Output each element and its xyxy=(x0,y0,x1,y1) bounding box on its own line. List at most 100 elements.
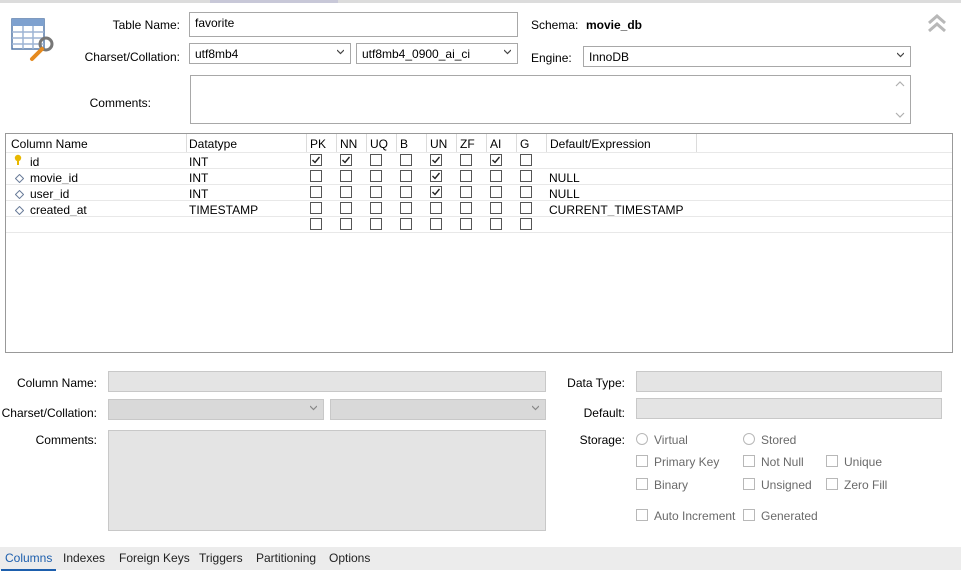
unsigned-checkbox[interactable] xyxy=(743,478,755,490)
flag-ai-checkbox[interactable] xyxy=(490,186,502,198)
flag-b-checkbox[interactable] xyxy=(400,218,412,230)
flag-ai-checkbox[interactable] xyxy=(490,170,502,182)
flag-g-checkbox[interactable] xyxy=(520,202,532,214)
header-un[interactable]: UN xyxy=(430,137,447,151)
flag-g-checkbox[interactable] xyxy=(520,154,532,166)
generated-checkbox[interactable] xyxy=(743,509,755,521)
flag-nn-checkbox[interactable] xyxy=(340,186,352,198)
primary-key-checkbox[interactable] xyxy=(636,455,648,467)
flag-pk-checkbox[interactable] xyxy=(310,202,322,214)
table-name-input[interactable]: favorite xyxy=(189,12,518,37)
virtual-radio[interactable] xyxy=(636,433,648,445)
flag-pk-checkbox[interactable] xyxy=(310,218,322,230)
tab-columns[interactable]: Columns xyxy=(0,551,57,571)
column-collation-select[interactable] xyxy=(330,399,546,420)
flag-ai-checkbox[interactable] xyxy=(490,154,502,166)
flag-ai-checkbox[interactable] xyxy=(490,202,502,214)
flag-g-checkbox[interactable] xyxy=(520,218,532,230)
flag-zf-checkbox[interactable] xyxy=(460,186,472,198)
auto-increment-checkbox[interactable] xyxy=(636,509,648,521)
tab-triggers[interactable]: Triggers xyxy=(199,551,243,565)
flag-uq-checkbox[interactable] xyxy=(370,186,382,198)
flag-un-checkbox[interactable] xyxy=(430,170,442,182)
tab-foreign-keys[interactable]: Foreign Keys xyxy=(119,551,190,565)
flag-b-checkbox[interactable] xyxy=(400,154,412,166)
datatype-cell[interactable]: INT xyxy=(189,187,208,201)
datatype-cell[interactable]: TIMESTAMP xyxy=(189,203,258,217)
flag-pk-checkbox[interactable] xyxy=(310,186,322,198)
header-datatype[interactable]: Datatype xyxy=(189,137,237,151)
default-cell[interactable]: CURRENT_TIMESTAMP xyxy=(549,203,683,217)
column-name-input[interactable] xyxy=(108,371,546,392)
unique-checkbox[interactable] xyxy=(826,455,838,467)
charset-select[interactable]: utf8mb4 xyxy=(189,43,351,64)
flag-uq-checkbox[interactable] xyxy=(370,170,382,182)
flag-uq-checkbox[interactable] xyxy=(370,154,382,166)
flag-zf-checkbox[interactable] xyxy=(460,202,472,214)
column-name-cell[interactable]: movie_id xyxy=(30,171,78,185)
header-default[interactable]: Default/Expression xyxy=(550,137,651,151)
tab-options[interactable]: Options xyxy=(329,551,370,565)
header-nn[interactable]: NN xyxy=(340,137,357,151)
data-type-input[interactable] xyxy=(636,371,942,392)
flag-nn-checkbox[interactable] xyxy=(340,154,352,166)
flag-nn-checkbox[interactable] xyxy=(340,218,352,230)
flag-un-checkbox[interactable] xyxy=(430,218,442,230)
header-g[interactable]: G xyxy=(520,137,529,151)
engine-select[interactable]: InnoDB xyxy=(583,46,911,67)
not-null-checkbox[interactable] xyxy=(743,455,755,467)
table-comments-textarea[interactable] xyxy=(190,75,911,124)
collation-select[interactable]: utf8mb4_0900_ai_ci xyxy=(356,43,518,64)
column-name-cell[interactable]: id xyxy=(30,155,39,169)
header-b[interactable]: B xyxy=(400,137,408,151)
comments-scrollbar[interactable] xyxy=(894,78,906,121)
zero-fill-checkbox[interactable] xyxy=(826,478,838,490)
flag-g-checkbox[interactable] xyxy=(520,186,532,198)
column-comments-textarea[interactable] xyxy=(108,430,546,531)
flag-zf-checkbox[interactable] xyxy=(460,154,472,166)
flag-b-checkbox[interactable] xyxy=(400,170,412,182)
flag-un-checkbox[interactable] xyxy=(430,186,442,198)
flag-pk-checkbox[interactable] xyxy=(310,154,322,166)
collation-value: utf8mb4_0900_ai_ci xyxy=(362,47,471,61)
tab-partitioning[interactable]: Partitioning xyxy=(256,551,316,565)
auto-increment-label: Auto Increment xyxy=(654,509,736,523)
column-charset-select[interactable] xyxy=(108,399,324,420)
default-cell[interactable]: NULL xyxy=(549,187,580,201)
binary-checkbox[interactable] xyxy=(636,478,648,490)
column-name-cell[interactable]: created_at xyxy=(30,203,87,217)
column-name-label: Column Name: xyxy=(16,376,97,390)
table-row[interactable]: created_at TIMESTAMP CURRENT_TIMESTAMP xyxy=(6,201,952,217)
flag-nn-checkbox[interactable] xyxy=(340,170,352,182)
flag-nn-checkbox[interactable] xyxy=(340,202,352,214)
flag-un-checkbox[interactable] xyxy=(430,154,442,166)
datatype-cell[interactable]: INT xyxy=(189,155,208,169)
flag-g-checkbox[interactable] xyxy=(520,170,532,182)
table-row[interactable]: movie_id INT NULL xyxy=(6,169,952,185)
collapse-up-icon[interactable] xyxy=(926,12,948,36)
header-zf[interactable]: ZF xyxy=(460,137,475,151)
header-pk[interactable]: PK xyxy=(310,137,326,151)
stored-radio[interactable] xyxy=(743,433,755,445)
header-column-name[interactable]: Column Name xyxy=(11,137,88,151)
tab-indexes[interactable]: Indexes xyxy=(63,551,105,565)
flag-zf-checkbox[interactable] xyxy=(460,218,472,230)
flag-uq-checkbox[interactable] xyxy=(370,202,382,214)
flag-uq-checkbox[interactable] xyxy=(370,218,382,230)
default-cell[interactable]: NULL xyxy=(549,171,580,185)
flag-un-checkbox[interactable] xyxy=(430,202,442,214)
table-row[interactable]: user_id INT NULL xyxy=(6,185,952,201)
datatype-cell[interactable]: INT xyxy=(189,171,208,185)
table-row[interactable] xyxy=(6,217,952,233)
default-input[interactable] xyxy=(636,398,942,419)
flag-b-checkbox[interactable] xyxy=(400,186,412,198)
columns-grid[interactable]: Column Name Datatype PK NN UQ B UN ZF AI… xyxy=(5,133,953,353)
flag-b-checkbox[interactable] xyxy=(400,202,412,214)
header-ai[interactable]: AI xyxy=(490,137,501,151)
column-name-cell[interactable]: user_id xyxy=(30,187,69,201)
flag-ai-checkbox[interactable] xyxy=(490,218,502,230)
table-row[interactable]: id INT xyxy=(6,153,952,169)
header-uq[interactable]: UQ xyxy=(370,137,388,151)
flag-pk-checkbox[interactable] xyxy=(310,170,322,182)
flag-zf-checkbox[interactable] xyxy=(460,170,472,182)
